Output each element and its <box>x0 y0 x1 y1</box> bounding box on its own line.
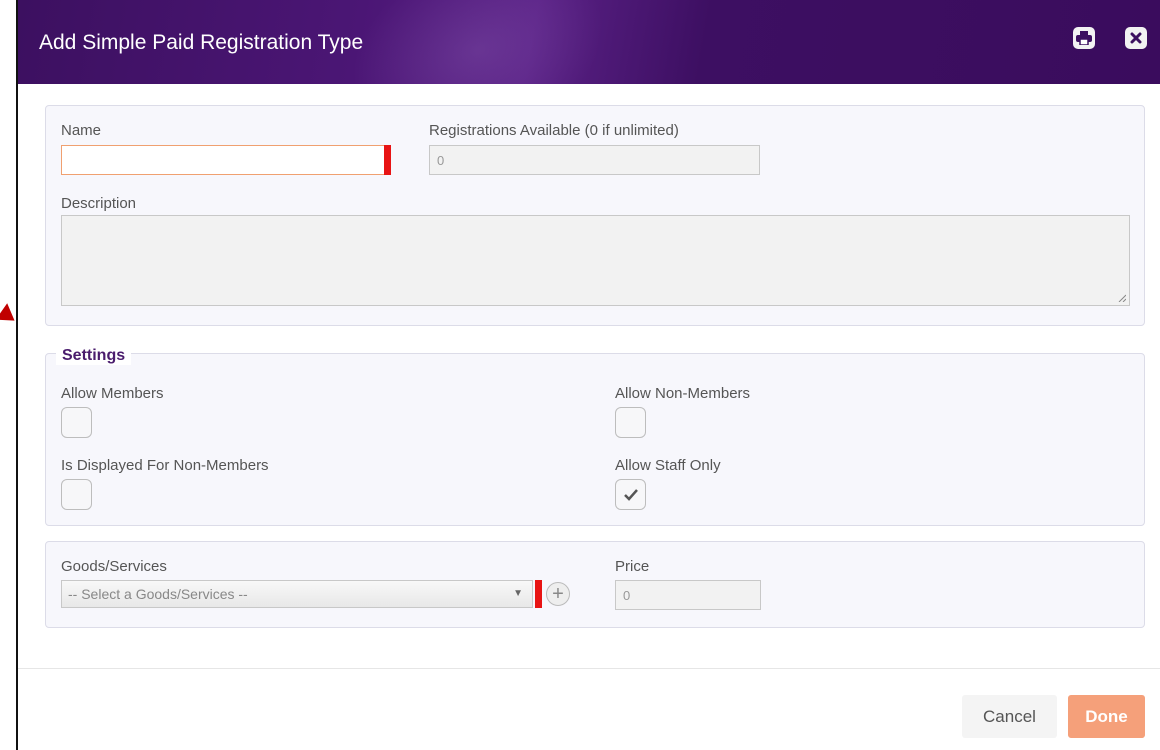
print-icon <box>1076 31 1092 45</box>
name-required-indicator <box>384 145 391 175</box>
goods-services-selected-value: -- Select a Goods/Services -- <box>68 586 248 602</box>
done-button[interactable]: Done <box>1068 695 1145 738</box>
allow-staff-only-checkbox[interactable] <box>615 479 646 510</box>
registration-dialog: Add Simple Paid Registration Type Name R… <box>16 0 1160 750</box>
displayed-non-members-label: Is Displayed For Non-Members <box>61 457 269 474</box>
registrations-label: Registrations Available (0 if unlimited) <box>429 122 679 139</box>
goods-services-select[interactable]: -- Select a Goods/Services -- ▼ <box>61 580 533 608</box>
allow-non-members-label: Allow Non-Members <box>615 385 751 402</box>
plus-circle-icon: + <box>552 582 564 605</box>
goods-services-panel: Goods/Services -- Select a Goods/Service… <box>45 541 1145 628</box>
print-button[interactable] <box>1073 27 1095 49</box>
dialog-title: Add Simple Paid Registration Type <box>39 31 364 54</box>
triangle-down-icon: ▼ <box>513 588 523 599</box>
settings-legend: Settings <box>56 347 132 365</box>
dialog-header: Add Simple Paid Registration Type <box>18 0 1160 84</box>
registrations-input[interactable] <box>429 145 760 175</box>
screen-background: Add Simple Paid Registration Type Name R… <box>0 0 1160 750</box>
allow-members-checkbox[interactable] <box>61 407 92 438</box>
footer-divider <box>18 668 1160 669</box>
allow-non-members-checkbox[interactable] <box>615 407 646 438</box>
name-label: Name <box>61 122 102 139</box>
add-goods-button[interactable]: + <box>546 582 570 606</box>
displayed-non-members-checkbox[interactable] <box>61 479 92 510</box>
name-input[interactable] <box>61 145 386 175</box>
goods-required-indicator <box>535 580 542 608</box>
price-label: Price <box>615 558 650 575</box>
goods-services-label: Goods/Services <box>61 558 167 575</box>
price-input[interactable] <box>615 580 761 610</box>
settings-panel: Settings Allow Members Allow Non-Members… <box>45 347 1145 526</box>
allow-members-label: Allow Members <box>61 385 164 402</box>
description-textarea[interactable] <box>61 215 1130 306</box>
checkmark-icon <box>623 488 638 501</box>
close-button[interactable] <box>1125 27 1147 49</box>
allow-staff-only-label: Allow Staff Only <box>615 457 721 474</box>
description-label: Description <box>61 195 137 212</box>
cancel-button[interactable]: Cancel <box>962 695 1057 738</box>
resize-grip-icon[interactable] <box>1118 294 1126 302</box>
close-icon <box>1130 32 1142 44</box>
details-panel: Name Registrations Available (0 if unlim… <box>45 105 1145 326</box>
